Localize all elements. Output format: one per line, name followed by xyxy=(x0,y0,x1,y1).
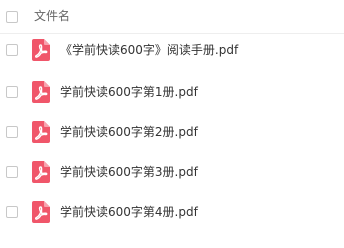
column-header-filename[interactable]: 文件名 xyxy=(34,8,70,24)
file-list-header: 文件名 xyxy=(0,0,344,34)
file-row[interactable]: 学前快读600字第1册.pdf xyxy=(0,72,344,112)
file-row[interactable]: 学前快读600字第3册.pdf xyxy=(0,152,344,192)
file-name[interactable]: 学前快读600字第4册.pdf xyxy=(60,203,198,221)
file-name[interactable]: 学前快读600字第2册.pdf xyxy=(60,123,198,141)
select-all-checkbox[interactable] xyxy=(6,11,18,23)
row-checkbox[interactable] xyxy=(6,126,18,138)
pdf-icon xyxy=(32,201,50,223)
file-name[interactable]: 《学前快读600字》阅读手册.pdf xyxy=(60,41,238,59)
row-checkbox[interactable] xyxy=(6,44,18,56)
pdf-icon xyxy=(32,161,50,183)
file-name[interactable]: 学前快读600字第1册.pdf xyxy=(60,83,198,101)
file-name[interactable]: 学前快读600字第3册.pdf xyxy=(60,163,198,181)
row-checkbox[interactable] xyxy=(6,166,18,178)
row-checkbox[interactable] xyxy=(6,206,18,218)
file-row[interactable]: 《学前快读600字》阅读手册.pdf xyxy=(0,30,344,70)
pdf-icon xyxy=(32,39,50,61)
row-checkbox[interactable] xyxy=(6,86,18,98)
file-row[interactable]: 学前快读600字第4册.pdf xyxy=(0,192,344,232)
file-row[interactable]: 学前快读600字第2册.pdf xyxy=(0,112,344,152)
pdf-icon xyxy=(32,81,50,103)
pdf-icon xyxy=(32,121,50,143)
